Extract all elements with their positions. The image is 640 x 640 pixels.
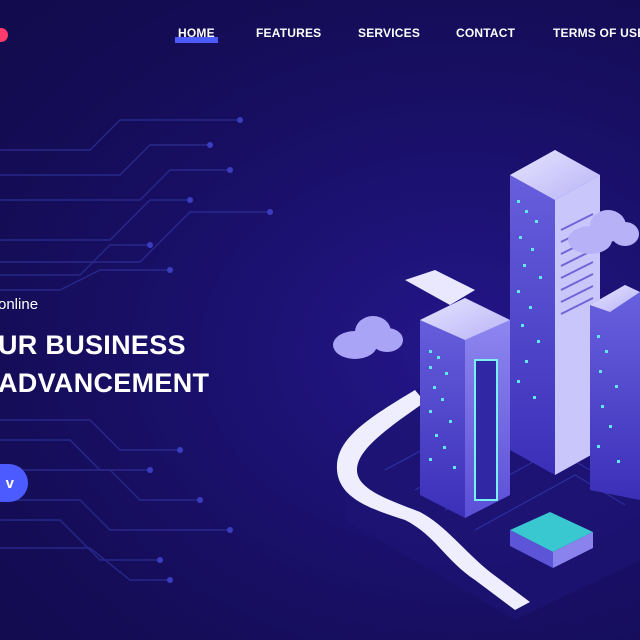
isometric-server-city-illustration — [333, 150, 640, 620]
hero-headline-line1: UR BUSINESS — [0, 330, 186, 360]
hero-tagline: online — [0, 296, 39, 313]
cta-button-label: v — [5, 474, 14, 492]
hero-headline-line2: ADVANCEMENT — [0, 368, 210, 398]
nav-item-terms-of-use[interactable]: TERMS OF USE — [553, 26, 640, 40]
hero-section: HOME FEATURES SERVICES CONTACT TERMS OF … — [0, 0, 640, 640]
nav-item-features[interactable]: FEATURES — [256, 26, 321, 40]
cloud-icon — [333, 316, 403, 359]
nav-item-home[interactable]: HOME — [175, 26, 218, 43]
nav-item-contact[interactable]: CONTACT — [456, 26, 515, 40]
main-nav: HOME FEATURES SERVICES CONTACT TERMS OF … — [0, 26, 640, 46]
nav-item-services[interactable]: SERVICES — [358, 26, 420, 40]
hero-headline: UR BUSINESS ADVANCEMENT — [0, 326, 209, 402]
